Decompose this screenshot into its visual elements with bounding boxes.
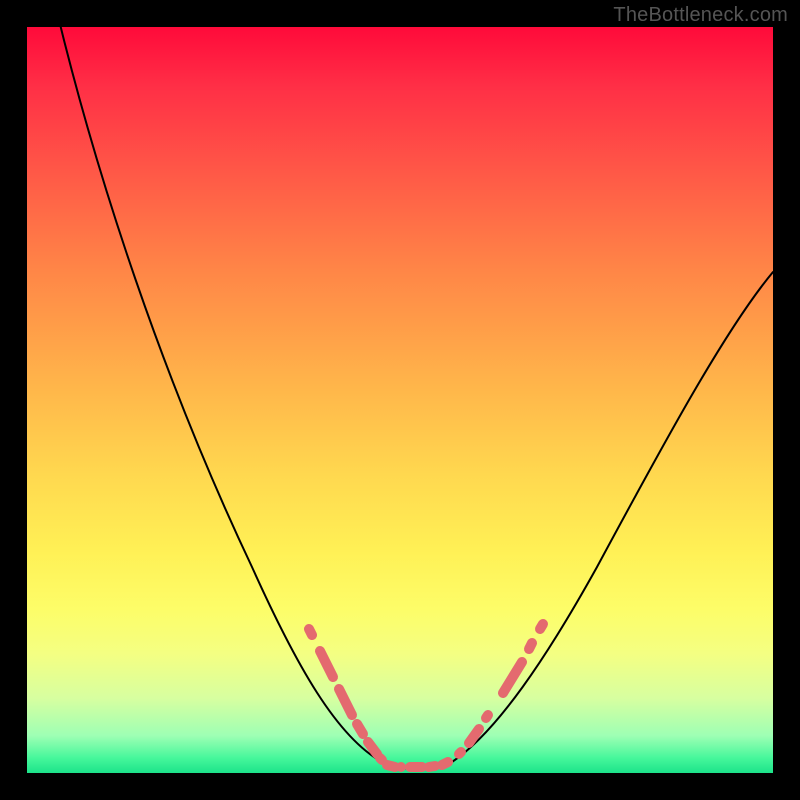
threshold-dots	[309, 624, 543, 767]
curve-svg	[27, 27, 773, 773]
chart-plot-area	[27, 27, 773, 773]
bottleneck-curve	[57, 12, 773, 770]
attribution-text: TheBottleneck.com	[613, 4, 788, 27]
